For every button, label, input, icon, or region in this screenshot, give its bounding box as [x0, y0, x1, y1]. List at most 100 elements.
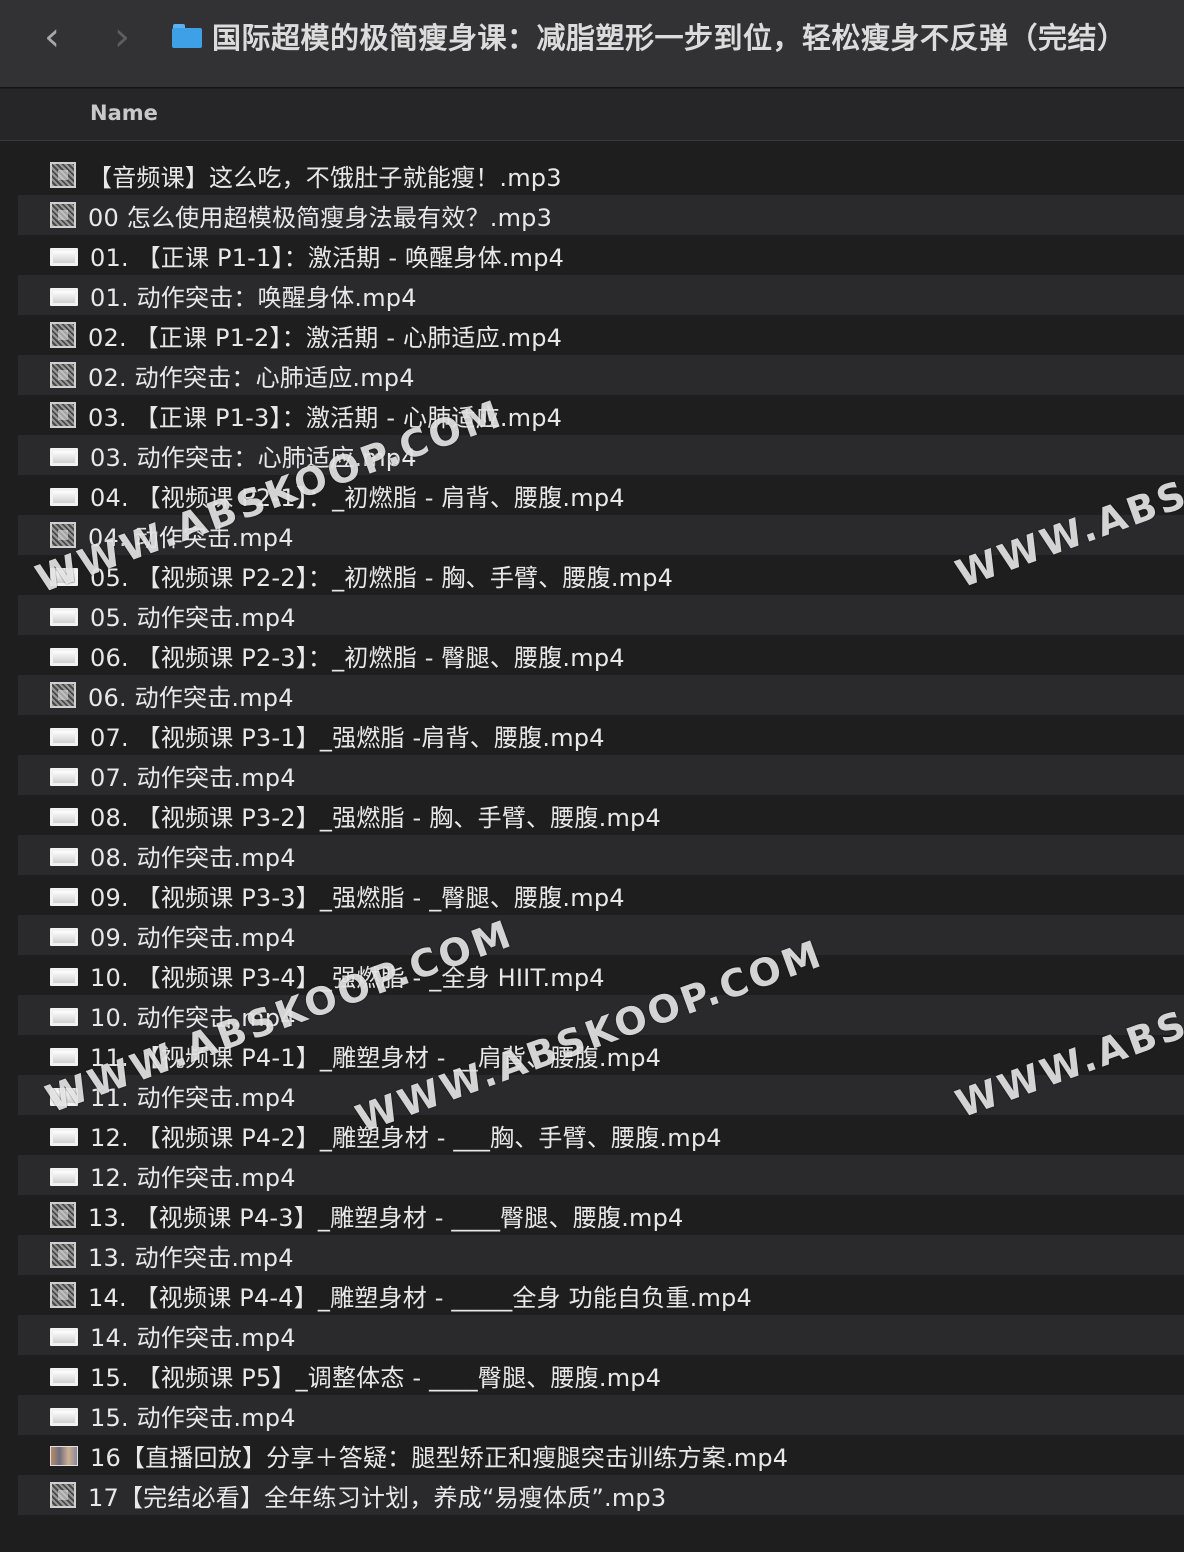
file-row[interactable]: 14. 【视频课 P4-4】_雕塑身材 - _____全身 功能自负重.mp4 [18, 1275, 1184, 1315]
video-file-icon [50, 808, 78, 826]
file-name: 11. 动作突击.mp4 [90, 1083, 296, 1112]
file-name: 【音频课】这么吃，不饿肚子就能瘦！.mp3 [88, 163, 562, 192]
chevron-left-icon: ‹ [44, 14, 60, 60]
file-row[interactable]: 10. 【视频课 P3-4】_强燃脂 - _全身 HIIT.mp4 [18, 955, 1184, 995]
audio-file-icon [50, 202, 76, 228]
file-row[interactable]: 03. 动作突击：心肺适应.mp4 [18, 435, 1184, 475]
file-row[interactable]: 09. 【视频课 P3-3】_强燃脂 - _臀腿、腰腹.mp4 [18, 875, 1184, 915]
file-name: 05. 【视频课 P2-2】：_初燃脂 - 胸、手臂、腰腹.mp4 [90, 563, 674, 592]
file-name: 08. 动作突击.mp4 [90, 843, 296, 872]
file-row[interactable]: 01. 【正课 P1-1】：激活期 - 唤醒身体.mp4 [18, 235, 1184, 275]
audio-file-icon [50, 362, 76, 388]
video-file-icon [50, 928, 78, 946]
file-name: 03. 【正课 P1-3】：激活期 - 心肺适应.mp4 [88, 403, 563, 432]
finder-window: ‹ › 国际超模的极简瘦身课：减脂塑形一步到位，轻松瘦身不反弹（完结） Name… [0, 0, 1184, 1552]
file-row[interactable]: 03. 【正课 P1-3】：激活期 - 心肺适应.mp4 [18, 395, 1184, 435]
audio-file-icon [50, 1202, 76, 1228]
file-name: 01. 动作突击：唤醒身体.mp4 [90, 283, 417, 312]
file-name: 05. 动作突击.mp4 [90, 603, 296, 632]
file-row[interactable]: 17【完结必看】全年练习计划，养成“易瘦体质”.mp3 [18, 1475, 1184, 1515]
audio-file-icon [50, 402, 76, 428]
file-row[interactable]: 01. 动作突击：唤醒身体.mp4 [18, 275, 1184, 315]
file-name: 11. 【视频课 P4-1】_雕塑身材 - __肩背、腰腹.mp4 [90, 1043, 662, 1072]
chevron-right-icon: › [114, 14, 130, 60]
file-name: 02. 动作突击：心肺适应.mp4 [88, 363, 415, 392]
back-button[interactable]: ‹ [30, 10, 74, 64]
file-row[interactable]: 05. 【视频课 P2-2】：_初燃脂 - 胸、手臂、腰腹.mp4 [18, 555, 1184, 595]
forward-button[interactable]: › [100, 10, 144, 64]
file-name: 14. 【视频课 P4-4】_雕塑身材 - _____全身 功能自负重.mp4 [88, 1283, 752, 1312]
file-name: 07. 动作突击.mp4 [90, 763, 296, 792]
video-file-icon [50, 608, 78, 626]
audio-file-icon [50, 1242, 76, 1268]
file-row[interactable]: 06. 动作突击.mp4 [18, 675, 1184, 715]
column-header: Name [0, 89, 1184, 141]
audio-file-icon [50, 682, 76, 708]
file-name: 12. 【视频课 P4-2】_雕塑身材 - ___胸、手臂、腰腹.mp4 [90, 1123, 722, 1152]
file-list: 【音频课】这么吃，不饿肚子就能瘦！.mp3 00 怎么使用超模极简瘦身法最有效？.… [0, 155, 1184, 1515]
window-title: 国际超模的极简瘦身课：减脂塑形一步到位，轻松瘦身不反弹（完结） [212, 21, 1127, 55]
file-row[interactable]: 10. 动作突击.mp4 [18, 995, 1184, 1035]
file-row[interactable]: 07. 动作突击.mp4 [18, 755, 1184, 795]
video-file-icon [50, 728, 78, 746]
file-row[interactable]: 08. 动作突击.mp4 [18, 835, 1184, 875]
file-name: 08. 【视频课 P3-2】_强燃脂 - 胸、手臂、腰腹.mp4 [90, 803, 661, 832]
file-row[interactable]: 11. 【视频课 P4-1】_雕塑身材 - __肩背、腰腹.mp4 [18, 1035, 1184, 1075]
video-file-icon [50, 968, 78, 986]
video-file-icon [50, 1008, 78, 1026]
file-name: 10. 动作突击.mp4 [90, 1003, 296, 1032]
file-row[interactable]: 07. 【视频课 P3-1】_强燃脂 -肩背、腰腹.mp4 [18, 715, 1184, 755]
audio-file-icon [50, 1482, 76, 1508]
file-name: 06. 动作突击.mp4 [88, 683, 294, 712]
file-row[interactable]: 12. 【视频课 P4-2】_雕塑身材 - ___胸、手臂、腰腹.mp4 [18, 1115, 1184, 1155]
file-name: 12. 动作突击.mp4 [90, 1163, 296, 1192]
file-name: 14. 动作突击.mp4 [90, 1323, 296, 1352]
folder-icon [172, 24, 202, 48]
file-name: 17【完结必看】全年练习计划，养成“易瘦体质”.mp3 [88, 1483, 667, 1512]
file-row[interactable]: 15. 【视频课 P5】_调整体态 - ____臀腿、腰腹.mp4 [18, 1355, 1184, 1395]
file-name: 15. 动作突击.mp4 [90, 1403, 296, 1432]
video-file-icon [50, 1128, 78, 1146]
video-file-icon [50, 248, 78, 266]
video-file-icon [50, 288, 78, 306]
file-name: 10. 【视频课 P3-4】_强燃脂 - _全身 HIIT.mp4 [90, 963, 605, 992]
file-name: 04. 【视频课 P2-1】：_初燃脂 - 肩背、腰腹.mp4 [90, 483, 625, 512]
video-file-icon [50, 1168, 78, 1186]
file-row[interactable]: 【音频课】这么吃，不饿肚子就能瘦！.mp3 [18, 155, 1184, 195]
audio-file-icon [50, 322, 76, 348]
video-file-icon [50, 1368, 78, 1386]
file-row[interactable]: 05. 动作突击.mp4 [18, 595, 1184, 635]
file-name: 00 怎么使用超模极简瘦身法最有效？.mp3 [88, 203, 553, 232]
file-name: 16【直播回放】分享＋答疑：腿型矫正和瘦腿突击训练方案.mp4 [90, 1443, 789, 1472]
window-title-group: 国际超模的极简瘦身课：减脂塑形一步到位，轻松瘦身不反弹（完结） [172, 14, 1127, 58]
audio-file-icon [50, 522, 76, 548]
file-row[interactable]: 04. 【视频课 P2-1】：_初燃脂 - 肩背、腰腹.mp4 [18, 475, 1184, 515]
file-row[interactable]: 15. 动作突击.mp4 [18, 1395, 1184, 1435]
file-row[interactable]: 09. 动作突击.mp4 [18, 915, 1184, 955]
file-row[interactable]: 11. 动作突击.mp4 [18, 1075, 1184, 1115]
file-row[interactable]: 13. 【视频课 P4-3】_雕塑身材 - ____臀腿、腰腹.mp4 [18, 1195, 1184, 1235]
video-file-icon [50, 768, 78, 786]
file-name: 04. 动作突击.mp4 [88, 523, 294, 552]
file-row[interactable]: 16【直播回放】分享＋答疑：腿型矫正和瘦腿突击训练方案.mp4 [18, 1435, 1184, 1475]
file-name: 01. 【正课 P1-1】：激活期 - 唤醒身体.mp4 [90, 243, 565, 272]
file-row[interactable]: 02. 【正课 P1-2】：激活期 - 心肺适应.mp4 [18, 315, 1184, 355]
name-column-header[interactable]: Name [90, 101, 158, 125]
file-row[interactable]: 04. 动作突击.mp4 [18, 515, 1184, 555]
video-file-icon [50, 1088, 78, 1106]
file-row[interactable]: 14. 动作突击.mp4 [18, 1315, 1184, 1355]
title-bar: ‹ › 国际超模的极简瘦身课：减脂塑形一步到位，轻松瘦身不反弹（完结） [0, 0, 1184, 88]
file-row[interactable]: 08. 【视频课 P3-2】_强燃脂 - 胸、手臂、腰腹.mp4 [18, 795, 1184, 835]
file-row[interactable]: 02. 动作突击：心肺适应.mp4 [18, 355, 1184, 395]
file-name: 07. 【视频课 P3-1】_强燃脂 -肩背、腰腹.mp4 [90, 723, 605, 752]
video-file-icon [50, 1408, 78, 1426]
file-row[interactable]: 00 怎么使用超模极简瘦身法最有效？.mp3 [18, 195, 1184, 235]
file-row[interactable]: 13. 动作突击.mp4 [18, 1235, 1184, 1275]
file-name: 13. 动作突击.mp4 [88, 1243, 294, 1272]
audio-file-icon [50, 1282, 76, 1308]
file-row[interactable]: 06. 【视频课 P2-3】：_初燃脂 - 臀腿、腰腹.mp4 [18, 635, 1184, 675]
video-file-icon [50, 848, 78, 866]
file-row[interactable]: 12. 动作突击.mp4 [18, 1155, 1184, 1195]
video-file-icon [50, 1328, 78, 1346]
file-name: 09. 动作突击.mp4 [90, 923, 296, 952]
